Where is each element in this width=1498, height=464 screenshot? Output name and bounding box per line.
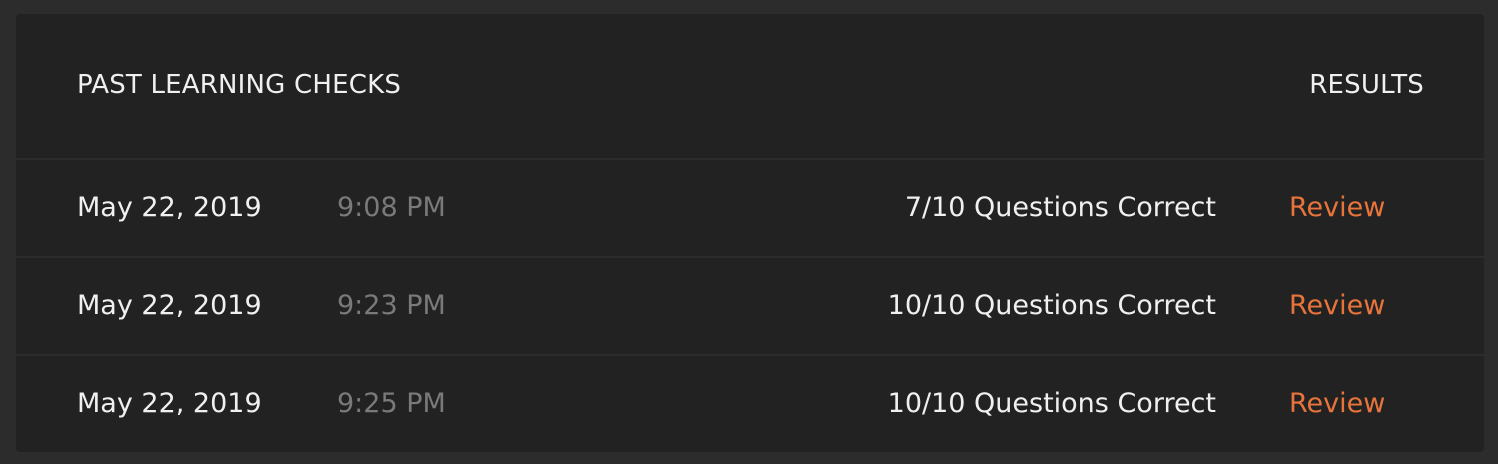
learning-check-row: May 22, 2019 9:23 PM 10/10 Questions Cor… (16, 258, 1484, 356)
check-time: 9:25 PM (337, 388, 446, 419)
learning-check-row: May 22, 2019 9:25 PM 10/10 Questions Cor… (16, 356, 1484, 452)
review-link[interactable]: Review (1289, 191, 1385, 225)
panel-title: PAST LEARNING CHECKS (77, 70, 402, 100)
check-time: 9:23 PM (337, 290, 446, 321)
check-score: 7/10 Questions Correct (904, 192, 1216, 223)
check-date: May 22, 2019 (77, 290, 262, 321)
panel-header: PAST LEARNING CHECKS RESULTS (16, 14, 1484, 160)
learning-checks-panel: PAST LEARNING CHECKS RESULTS May 22, 201… (16, 14, 1484, 452)
check-date: May 22, 2019 (77, 192, 262, 223)
results-column-header: RESULTS (1309, 70, 1424, 100)
check-score: 10/10 Questions Correct (887, 290, 1216, 321)
learning-check-row: May 22, 2019 9:08 PM 7/10 Questions Corr… (16, 160, 1484, 258)
review-link[interactable]: Review (1289, 289, 1385, 323)
check-score: 10/10 Questions Correct (887, 388, 1216, 419)
review-link[interactable]: Review (1289, 387, 1385, 421)
check-time: 9:08 PM (337, 192, 446, 223)
check-date: May 22, 2019 (77, 388, 262, 419)
